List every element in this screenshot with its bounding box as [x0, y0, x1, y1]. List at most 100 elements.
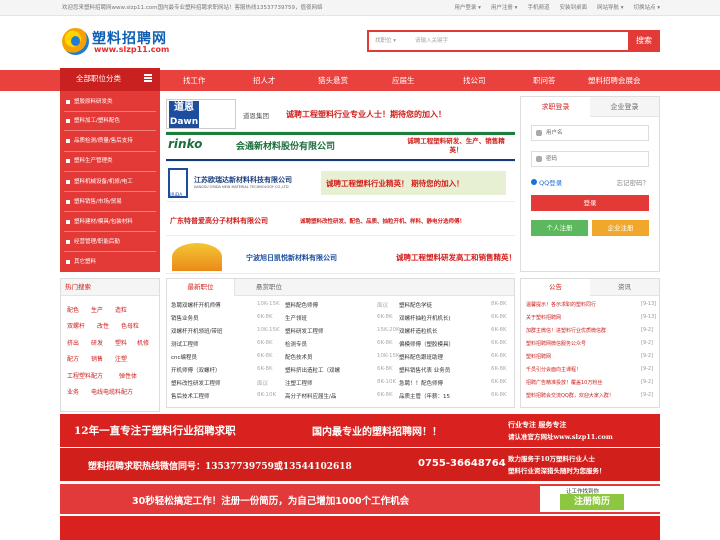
- user-login-link[interactable]: 用户登录 ▾: [454, 0, 481, 16]
- hot-tag[interactable]: 电线电缆料配方: [91, 387, 133, 396]
- news-item[interactable]: 塑料招聘网: [526, 353, 638, 360]
- job-title[interactable]: 塑料研发工程师: [285, 327, 369, 335]
- nav-find-company[interactable]: 找公司: [463, 70, 486, 91]
- sidebar-item[interactable]: 塑料机械设备/机修/电工: [66, 175, 133, 189]
- mobile-channel-link[interactable]: 手机频道: [527, 0, 549, 16]
- personal-register-button[interactable]: 个人注册: [531, 220, 588, 236]
- news-item[interactable]: 温馨提示！各示求职的塑料同行: [526, 301, 638, 308]
- banner-focus[interactable]: 12年一直专注于塑料行业招聘求职 国内最专业的塑料招聘网！！ 行业专注 服务专注…: [60, 414, 660, 447]
- sidebar-item[interactable]: 塑料销售/市场/贸易: [66, 195, 122, 209]
- tab-reward-jobs[interactable]: 悬赏职位: [235, 279, 303, 296]
- register-resume-button[interactable]: 注册简历: [560, 494, 624, 510]
- hot-tag[interactable]: 弹性体: [119, 371, 137, 380]
- news-item[interactable]: 加群主微信！进塑料行业优质微信群: [526, 327, 638, 334]
- user-register-link[interactable]: 用户注册 ▾: [491, 0, 518, 16]
- divider: [166, 159, 515, 161]
- sidebar-item[interactable]: 品质检测/质量/售后支持: [66, 134, 133, 148]
- job-title[interactable]: 配色技术员: [285, 353, 369, 361]
- job-title[interactable]: 塑料挤出造粒工（双螺: [285, 366, 369, 374]
- hot-tag[interactable]: 双螺杆: [67, 321, 85, 330]
- ad-banner-orida[interactable]: ORiDA 江苏欧瑞达新材料科技有限公司 JIANGSU ORIDA NEW M…: [166, 164, 515, 202]
- sidebar-item[interactable]: 塑料建材/模具/包装材料: [66, 215, 133, 229]
- hot-tag[interactable]: 工程塑料配方: [67, 371, 103, 380]
- hot-tag[interactable]: 塑料: [115, 338, 127, 347]
- hot-tag[interactable]: 销售: [91, 354, 103, 363]
- job-title[interactable]: 偏模师傅（塑胶模具）: [399, 340, 483, 348]
- job-title[interactable]: 塑料销售代表 业务员: [399, 366, 483, 374]
- forgot-password-link[interactable]: 忘记密码？: [617, 177, 650, 187]
- job-title[interactable]: 双螺杆抽粒开机机长(: [399, 314, 483, 322]
- sidebar-item[interactable]: 塑胶原料研发类: [66, 95, 113, 109]
- hot-tag[interactable]: 业务: [67, 387, 79, 396]
- job-title[interactable]: 急聘双螺杆开机师傅: [171, 301, 255, 309]
- all-categories-button[interactable]: 全部职位分类: [60, 68, 160, 91]
- job-title[interactable]: 塑料配色学徒: [399, 301, 483, 309]
- site-logo[interactable]: 塑料招聘网 www.slzp11.com: [62, 28, 172, 62]
- job-title[interactable]: 塑料改性研发工程师: [171, 379, 255, 387]
- hot-tag[interactable]: 研发: [91, 338, 103, 347]
- hot-tag[interactable]: 注塑: [115, 354, 127, 363]
- news-item[interactable]: 关于塑料招聘网: [526, 314, 638, 321]
- search-type-select[interactable]: 找职位 ▾: [375, 32, 396, 50]
- job-title[interactable]: 双螺杆造粒机长: [399, 327, 483, 335]
- ad-banner-xuri[interactable]: 宁波旭日凯悦新材料有限公司 诚聘工程塑料研发高工和销售精英！: [166, 240, 515, 274]
- news-item[interactable]: 千员引分会面向主课程！: [526, 366, 638, 373]
- banner-hotline[interactable]: 塑料招聘求职热线微信同号：13537739759或13544102618 075…: [60, 448, 660, 481]
- qq-login-link[interactable]: QQ登录: [531, 177, 562, 187]
- ad-banner-rinko[interactable]: rinko 会通新材料股份有限公司 诚聘工程塑料研发、生产、销售精英！: [166, 132, 515, 162]
- hot-tag[interactable]: 造粒: [115, 305, 127, 314]
- ad-slogan: 诚聘工程塑料行业专业人士！期待您的加入！: [286, 110, 446, 119]
- job-title[interactable]: 生产领班: [285, 314, 369, 322]
- job-title[interactable]: 高分子材料应届生/品: [285, 392, 369, 400]
- banner-register[interactable]: 30秒轻松搞定工作！注册一份简历，为自己增加1000个工作机会 让工作找到你 注…: [60, 484, 660, 514]
- hot-tag[interactable]: 改性: [97, 321, 109, 330]
- hot-tag[interactable]: 挤出: [67, 338, 79, 347]
- tab-jobseeker-login[interactable]: 求职登录: [521, 97, 590, 117]
- nav-headhunter[interactable]: 猎头悬赏: [318, 70, 348, 91]
- search-button[interactable]: 搜索: [628, 30, 660, 52]
- job-title[interactable]: 塑料配色跟班助理: [399, 353, 483, 361]
- sidebar-item[interactable]: 其它塑料: [66, 255, 96, 269]
- company-register-button[interactable]: 企业注册: [592, 220, 649, 236]
- switch-site-link[interactable]: 切换站点 ▾: [633, 0, 660, 16]
- nav-find-job[interactable]: 找工作: [183, 70, 206, 91]
- ad-banner-dawn[interactable]: 道恩 Dawn 道恩集团 诚聘工程塑料行业专业人士！期待您的加入！: [166, 96, 515, 132]
- nav-qa[interactable]: 职问答: [533, 70, 556, 91]
- job-title[interactable]: 售后技术工程师: [171, 392, 255, 400]
- nav-graduates[interactable]: 应届生: [392, 70, 415, 91]
- news-item[interactable]: 塑料招聘网微信服务公众号: [526, 340, 638, 347]
- hot-tag[interactable]: 生产: [91, 305, 103, 314]
- tab-company-login[interactable]: 企业登录: [590, 97, 659, 117]
- sidebar-item[interactable]: 塑料加工/塑料配色: [66, 114, 120, 128]
- hot-tag[interactable]: 色母粒: [121, 321, 139, 330]
- site-nav-link[interactable]: 网站导航 ▾: [597, 0, 624, 16]
- hot-tag[interactable]: 配方: [67, 354, 79, 363]
- job-title[interactable]: 测试工程师: [171, 340, 255, 348]
- job-title[interactable]: 开机师傅（双螺杆）: [171, 366, 255, 374]
- tab-announcements[interactable]: 公告: [521, 279, 590, 296]
- username-field[interactable]: 用户名: [531, 125, 649, 141]
- nav-recruit[interactable]: 招人才: [253, 70, 276, 91]
- job-title[interactable]: 检测专员: [285, 340, 369, 348]
- job-title[interactable]: cnc编程员: [171, 353, 255, 361]
- news-item[interactable]: 塑料招聘会交流QQ群，欢迎大家入群！: [526, 392, 638, 399]
- job-title[interactable]: 塑料配色师傅: [285, 301, 369, 309]
- job-title[interactable]: 销售业务员: [171, 314, 255, 322]
- job-title[interactable]: 急聘！！配色师傅: [399, 379, 483, 387]
- tab-news[interactable]: 资讯: [590, 279, 659, 296]
- job-title[interactable]: 品质主管（年薪：15: [399, 392, 483, 400]
- job-title[interactable]: 双螺杆开机领班/带班: [171, 327, 255, 335]
- nav-job-fair[interactable]: 塑料招聘会展会: [588, 70, 641, 91]
- sidebar-item[interactable]: 经营管理/职能后勤: [66, 235, 120, 249]
- password-field[interactable]: 密码: [531, 151, 649, 167]
- login-button[interactable]: 登录: [531, 195, 649, 211]
- news-item[interactable]: 招聘广告精准投放！覆盖10万粉丝: [526, 379, 638, 386]
- hot-tag[interactable]: 配色: [67, 305, 79, 314]
- job-title[interactable]: 注塑工程师: [285, 379, 369, 387]
- tab-latest-jobs[interactable]: 最新职位: [167, 279, 235, 296]
- hot-tag[interactable]: 机修: [137, 338, 149, 347]
- search-input[interactable]: 请输入关键字: [415, 32, 448, 50]
- install-desktop-link[interactable]: 安装到桌面: [559, 0, 587, 16]
- sidebar-item[interactable]: 塑料生产管理类: [66, 154, 113, 168]
- ad-banner-tepai[interactable]: 广东特普爱高分子材料有限公司 诚聘塑料改性研发、配色、品质、抽粒开机、样料、静电…: [166, 206, 515, 236]
